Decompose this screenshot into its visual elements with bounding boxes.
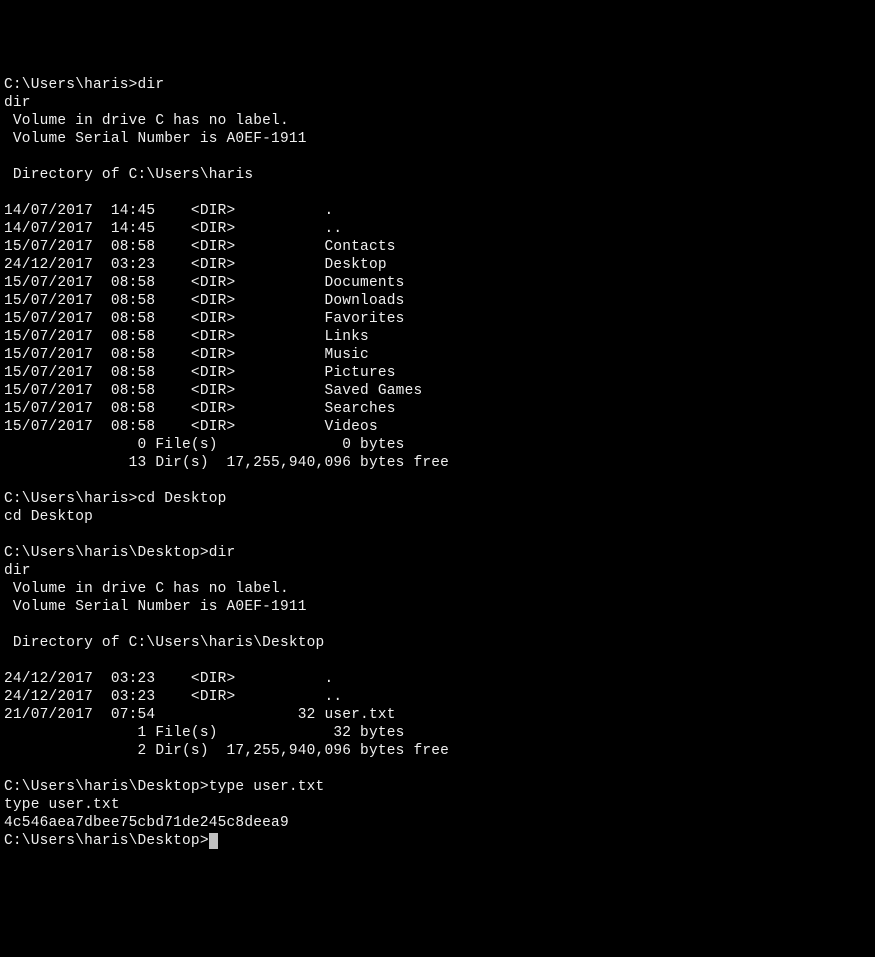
dir-entry: 24/12/2017 03:23 <DIR> Desktop xyxy=(4,256,875,274)
cursor-icon xyxy=(209,833,218,849)
serial-number: Volume Serial Number is A0EF-1911 xyxy=(4,130,875,148)
terminal-window[interactable]: C:\Users\haris>dirdir Volume in drive C … xyxy=(4,76,875,863)
prompt-text: C:\Users\haris\Desktop> xyxy=(4,833,209,849)
dir-entry: 24/12/2017 03:23 <DIR> . xyxy=(4,670,875,688)
dir-entry: 14/07/2017 14:45 <DIR> . xyxy=(4,202,875,220)
command-echo: dir xyxy=(4,94,875,112)
directory-of: Directory of C:\Users\haris\Desktop xyxy=(4,634,875,652)
dir-entry: 14/07/2017 14:45 <DIR> .. xyxy=(4,220,875,238)
file-summary: 1 File(s) 32 bytes xyxy=(4,724,875,742)
command-echo: type user.txt xyxy=(4,796,875,814)
dir-entry: 15/07/2017 08:58 <DIR> Favorites xyxy=(4,310,875,328)
blank-line xyxy=(4,526,875,544)
blank-line xyxy=(4,652,875,670)
file-summary: 0 File(s) 0 bytes xyxy=(4,436,875,454)
dir-entry: 15/07/2017 08:58 <DIR> Music xyxy=(4,346,875,364)
serial-number: Volume Serial Number is A0EF-1911 xyxy=(4,598,875,616)
prompt-line: C:\Users\haris>dir xyxy=(4,76,875,94)
blank-line xyxy=(4,760,875,778)
dir-entry: 15/07/2017 08:58 <DIR> Searches xyxy=(4,400,875,418)
dir-entry: 15/07/2017 08:58 <DIR> Saved Games xyxy=(4,382,875,400)
blank-line xyxy=(4,184,875,202)
dir-entry: 15/07/2017 08:58 <DIR> Pictures xyxy=(4,364,875,382)
directory-of: Directory of C:\Users\haris xyxy=(4,166,875,184)
dir-entry: 15/07/2017 08:58 <DIR> Downloads xyxy=(4,292,875,310)
dir-entry: 15/07/2017 08:58 <DIR> Documents xyxy=(4,274,875,292)
dir-entry: 24/12/2017 03:23 <DIR> .. xyxy=(4,688,875,706)
prompt-line: C:\Users\haris\Desktop>dir xyxy=(4,544,875,562)
volume-label: Volume in drive C has no label. xyxy=(4,112,875,130)
blank-line xyxy=(4,148,875,166)
dir-entry: 21/07/2017 07:54 32 user.txt xyxy=(4,706,875,724)
command-echo: cd Desktop xyxy=(4,508,875,526)
dir-summary: 13 Dir(s) 17,255,940,096 bytes free xyxy=(4,454,875,472)
dir-entry: 15/07/2017 08:58 <DIR> Videos xyxy=(4,418,875,436)
dir-entry: 15/07/2017 08:58 <DIR> Links xyxy=(4,328,875,346)
file-content: 4c546aea7dbee75cbd71de245c8deea9 xyxy=(4,814,875,832)
blank-line xyxy=(4,472,875,490)
current-prompt[interactable]: C:\Users\haris\Desktop> xyxy=(4,832,875,850)
prompt-line: C:\Users\haris>cd Desktop xyxy=(4,490,875,508)
command-echo: dir xyxy=(4,562,875,580)
volume-label: Volume in drive C has no label. xyxy=(4,580,875,598)
blank-line xyxy=(4,616,875,634)
dir-summary: 2 Dir(s) 17,255,940,096 bytes free xyxy=(4,742,875,760)
dir-entry: 15/07/2017 08:58 <DIR> Contacts xyxy=(4,238,875,256)
prompt-line: C:\Users\haris\Desktop>type user.txt xyxy=(4,778,875,796)
